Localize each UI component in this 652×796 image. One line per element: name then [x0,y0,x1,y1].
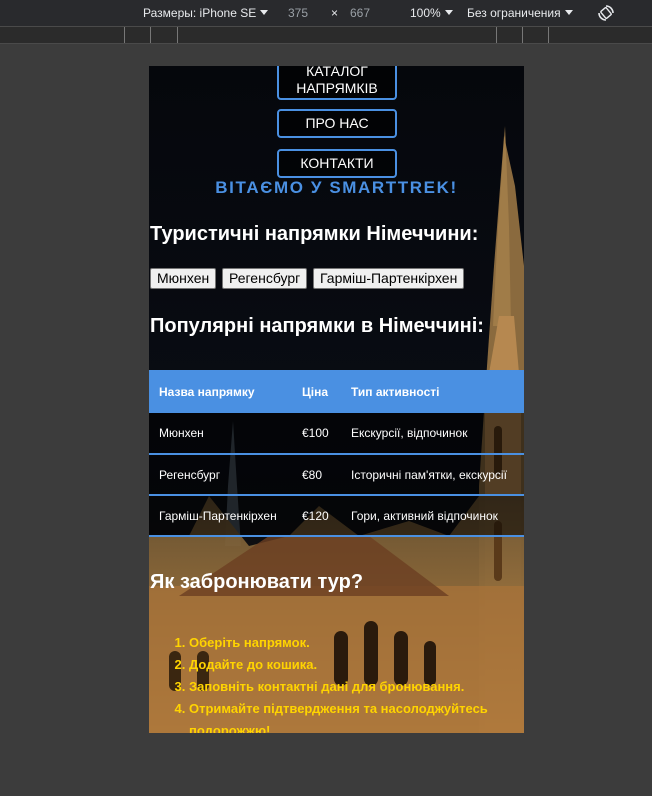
device-select[interactable]: Размеры: iPhone SE [143,6,269,20]
destination-button-garmisch[interactable]: Гарміш-Партенкірхен [313,268,465,289]
nav-contacts-button[interactable]: КОНТАКТИ [277,149,397,178]
list-item: Отримайте підтвердження та насолоджуйтес… [189,698,518,733]
table-cell: Історичні пам'ятки, екскурсії [341,454,524,496]
column-header: Назва напрямку [149,370,292,413]
booking-heading: Як забронювати тур? [150,571,364,593]
table-cell: €120 [292,495,341,537]
list-item: Оберіть напрямок. [189,632,518,654]
device-viewport: КАТАЛОГ НАПРЯМКІВ ПРО НАС КОНТАКТИ ВІТАЄ… [149,66,524,733]
device-label: Размеры: iPhone SE [143,6,257,20]
table-cell: €100 [292,413,341,455]
booking-steps-list: Оберіть напрямок. Додайте до кошика. Зап… [173,632,518,733]
chevron-down-icon [444,10,453,15]
welcome-heading: ВІТАЄМО У SMARTTREK! [215,178,458,197]
throttle-label: Без ограничения [467,6,561,20]
column-header: Тип активності [341,370,524,413]
table-cell: Гори, активний відпочинок [341,495,524,537]
table-row: Регенсбург €80 Історичні пам'ятки, екску… [149,454,524,496]
zoom-select[interactable]: 100% [410,6,453,20]
destinations-table: Назва напрямку Ціна Тип активності Мюнхе… [149,370,524,537]
chevron-down-icon [260,10,269,15]
table-row: Гарміш-Партенкірхен €120 Гори, активний … [149,495,524,537]
table-row: Мюнхен €100 Екскурсії, відпочинок [149,413,524,455]
device-toolbar: Размеры: iPhone SE 375 × 667 100% Без ог… [0,0,652,26]
table-header-row: Назва напрямку Ціна Тип активності [149,370,524,413]
table-cell: Екскурсії, відпочинок [341,413,524,455]
nav-about-button[interactable]: ПРО НАС [277,109,397,138]
throttle-select[interactable]: Без ограничения [467,6,573,20]
zoom-label: 100% [410,6,441,20]
table-cell: Гарміш-Партенкірхен [149,495,292,537]
ruler-tick [150,27,151,43]
ruler-tick [177,27,178,43]
popular-destinations-heading: Популярні напрямки в Німеччині: [150,315,484,337]
table-cell: Мюнхен [149,413,292,455]
column-header: Ціна [292,370,341,413]
ruler-tick [124,27,125,43]
ruler-tick [496,27,497,43]
tourist-destinations-heading: Туристичні напрямки Німеччини: [150,223,479,245]
times-icon: × [331,6,339,20]
destination-button-munich[interactable]: Мюнхен [150,268,217,289]
height-input[interactable]: 667 [350,6,370,20]
list-item: Заповніть контактні дані для бронювання. [189,676,518,698]
media-query-bar[interactable] [0,26,652,44]
ruler-tick [522,27,523,43]
chevron-down-icon [564,10,573,15]
nav-catalog-button[interactable]: КАТАЛОГ НАПРЯМКІВ [277,66,397,100]
ruler-tick [548,27,549,43]
table-cell: €80 [292,454,341,496]
destination-button-regensburg[interactable]: Регенсбург [222,268,308,289]
rotate-icon[interactable] [597,4,615,22]
table-cell: Регенсбург [149,454,292,496]
list-item: Додайте до кошика. [189,654,518,676]
width-input[interactable]: 375 [288,6,308,20]
